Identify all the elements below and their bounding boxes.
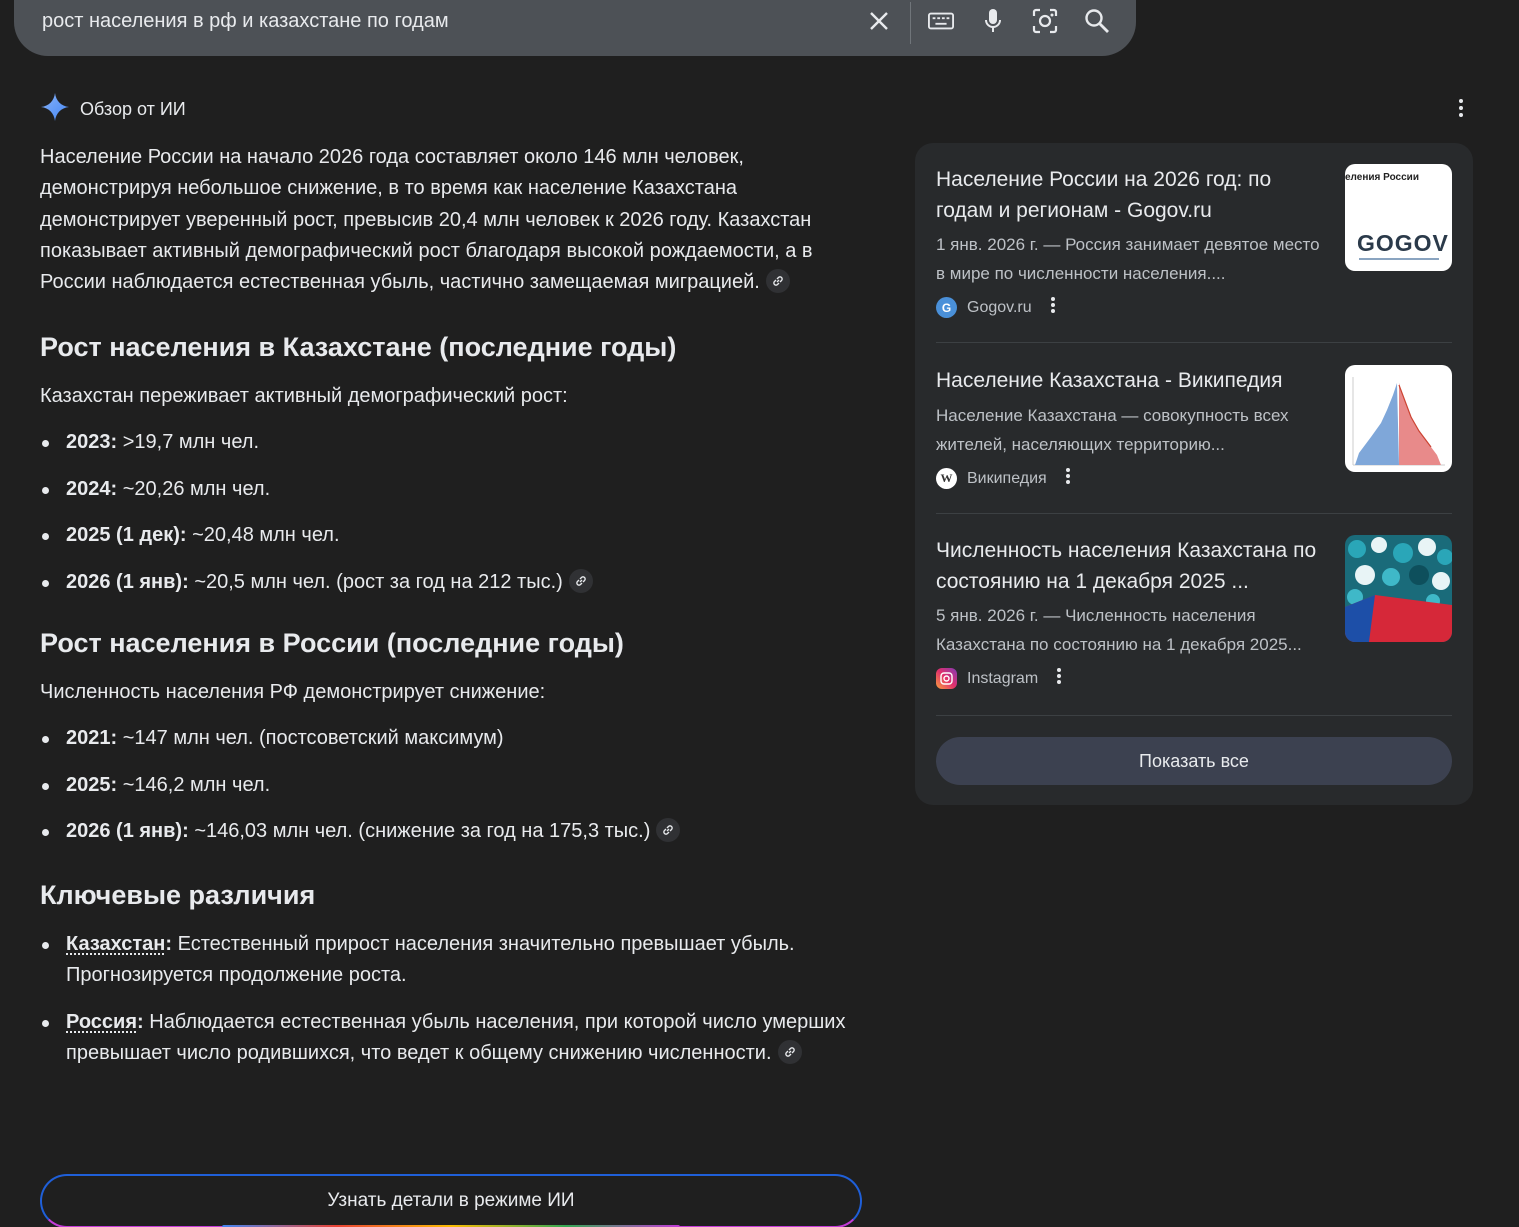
diff-list: Казахстан: Естественный прирост населени… — [40, 929, 880, 1070]
search-bar[interactable]: рост населения в рф и казахстане по года… — [14, 0, 1136, 56]
source-title[interactable]: Население Казахстана - Википедия — [936, 365, 1331, 396]
search-icon[interactable] — [1084, 8, 1110, 34]
source-footer: Instagram — [936, 667, 1452, 690]
link-icon[interactable] — [777, 1040, 802, 1065]
show-all-button[interactable]: Показать все — [936, 737, 1452, 785]
ai-overview-title: Обзор от ИИ — [80, 99, 186, 119]
list-item: 2024: ~20,26 млн чел. — [40, 474, 880, 506]
keyboard-icon[interactable] — [928, 8, 954, 34]
kz-lead: Казахстан переживает активный демографич… — [40, 385, 568, 408]
source-snippet: Население Казахстана — совокупность всех… — [936, 406, 1289, 454]
ru-heading: Рост населения в России (последние годы) — [40, 628, 624, 659]
source-more-icon[interactable] — [1065, 467, 1071, 490]
ru-lead: Численность населения РФ демонстрирует с… — [40, 681, 546, 704]
source-separator — [936, 715, 1452, 716]
link-icon[interactable] — [656, 818, 681, 843]
kazakhstan-term-link[interactable]: Казахстан — [66, 933, 165, 955]
link-icon[interactable] — [568, 568, 593, 593]
search-results-page: рост населения в рф и казахстане по года… — [0, 0, 1519, 1227]
kz-heading: Рост населения в Казахстане (последние г… — [40, 332, 677, 363]
search-divider — [910, 2, 911, 44]
lens-camera-icon[interactable] — [1032, 8, 1058, 34]
list-item: 2023: >19,7 млн чел. — [40, 427, 880, 459]
source-snippet: 5 янв. 2026 г. — Численность населения К… — [936, 606, 1302, 654]
source-site: Gogov.ru — [967, 298, 1032, 316]
thumb-line — [1359, 258, 1439, 260]
gogov-logo: GOGOV — [1357, 230, 1449, 256]
ai-mode-button[interactable]: Узнать детали в режиме ИИ — [40, 1174, 862, 1227]
gogov-favicon-icon: G — [936, 297, 957, 318]
thumb-caption: еления России — [1345, 172, 1419, 183]
source-title[interactable]: Численность населения Казахстана по сост… — [936, 535, 1331, 597]
wikipedia-favicon-icon: W — [936, 468, 957, 489]
gemini-sparkle-icon — [40, 92, 70, 127]
source-snippet: 1 янв. 2026 г. — Россия занимает девятое… — [936, 235, 1320, 283]
russia-term-link[interactable]: Россия — [66, 1011, 137, 1033]
source-thumbnail[interactable]: еления России GOGOV — [1345, 164, 1452, 271]
source-separator — [936, 513, 1452, 514]
show-all-label: Показать все — [1139, 750, 1249, 771]
clear-icon[interactable] — [866, 8, 892, 34]
ai-overview-content: Население России на начало 2026 года сос… — [40, 142, 880, 1070]
ai-mode-button-label: Узнать детали в режиме ИИ — [327, 1190, 575, 1211]
intro-text: Население России на начало 2026 года сос… — [40, 146, 813, 294]
sources-panel: Население России на 2026 год: по годам и… — [915, 143, 1473, 805]
list-item: 2021: ~147 млн чел. (постсоветский макси… — [40, 723, 880, 755]
link-icon[interactable] — [765, 268, 790, 293]
population-pyramid-thumbnail[interactable] — [1345, 365, 1452, 472]
intro-paragraph: Население России на начало 2026 года сос… — [40, 142, 880, 298]
instagram-icon — [936, 668, 957, 689]
search-input[interactable]: рост населения в рф и казахстане по года… — [42, 10, 449, 33]
source-site: Википедия — [967, 469, 1047, 487]
source-card[interactable]: Население Казахстана - Википедия Населен… — [936, 365, 1452, 490]
source-separator — [936, 342, 1452, 343]
microphone-icon[interactable] — [980, 8, 1006, 34]
source-title[interactable]: Население России на 2026 год: по годам и… — [936, 164, 1331, 226]
source-card[interactable]: Численность населения Казахстана по сост… — [936, 535, 1452, 690]
more-options-icon[interactable] — [1450, 96, 1472, 120]
list-item: Россия: Наблюдается естественная убыль н… — [40, 1007, 880, 1070]
list-item: 2026 (1 янв): ~146,03 млн чел. (снижение… — [40, 816, 880, 848]
list-item: 2025: ~146,2 млн чел. — [40, 770, 880, 802]
list-item: 2026 (1 янв): ~20,5 млн чел. (рост за го… — [40, 567, 880, 599]
list-item: 2025 (1 дек): ~20,48 млн чел. — [40, 520, 880, 552]
source-footer: G Gogov.ru — [936, 296, 1452, 319]
kz-list: 2023: >19,7 млн чел. 2024: ~20,26 млн че… — [40, 427, 880, 598]
source-more-icon[interactable] — [1050, 296, 1056, 319]
ru-list: 2021: ~147 млн чел. (постсоветский макси… — [40, 723, 880, 848]
source-card[interactable]: Население России на 2026 год: по годам и… — [936, 164, 1452, 319]
ai-overview-header: Обзор от ИИ — [40, 92, 186, 127]
list-item: Казахстан: Естественный прирост населени… — [40, 929, 880, 992]
crowd-photo-thumbnail[interactable] — [1345, 535, 1452, 642]
source-more-icon[interactable] — [1056, 667, 1062, 690]
diff-heading: Ключевые различия — [40, 879, 316, 910]
source-site: Instagram — [967, 669, 1039, 687]
